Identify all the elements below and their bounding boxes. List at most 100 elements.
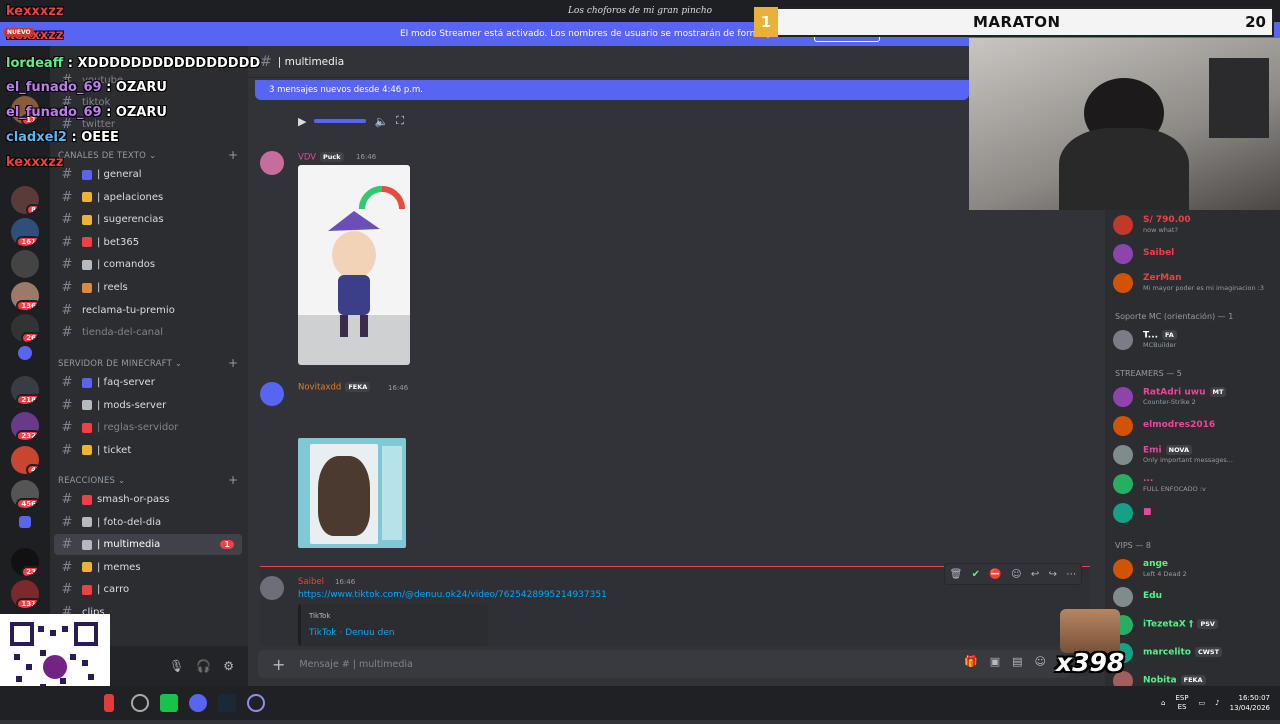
member-item[interactable]: iTezetaX † PSV (1113, 613, 1278, 637)
check-icon[interactable]: ✔ (972, 569, 980, 580)
message-composer[interactable]: + Mensaje # | multimedia (258, 650, 1070, 678)
app-icon[interactable] (247, 694, 265, 712)
member-item[interactable]: marcelito CWST (1113, 641, 1278, 665)
emoji-icon[interactable]: ☺ (1035, 655, 1046, 673)
discord-icon[interactable] (189, 694, 207, 712)
message-author[interactable]: Novitaxdd FEKA (298, 382, 371, 393)
microphone-icon[interactable]: 🎙 (169, 659, 184, 673)
fullscreen-icon[interactable]: ⛶ (396, 114, 404, 128)
add-channel-icon[interactable]: + (228, 356, 238, 370)
settings-gear-icon[interactable]: ⚙ (223, 659, 234, 673)
channel-item[interactable]: # | reglas-servidor (54, 417, 242, 438)
member-item[interactable]: ZerMan Mi mayor poder es mi imaginacion :… (1113, 271, 1278, 295)
message-image[interactable] (298, 438, 406, 548)
message-author[interactable]: Saibel (298, 577, 324, 587)
channel-item[interactable]: # | general (54, 164, 242, 185)
channel-item[interactable]: # | ticket (54, 440, 242, 461)
folder-icon[interactable] (18, 346, 32, 360)
more-icon[interactable]: ⋯ (1066, 569, 1076, 580)
language-indicator[interactable]: ESP ES (1175, 694, 1188, 712)
block-icon[interactable]: ⛔ (989, 569, 1001, 580)
member-item[interactable]: Saibel (1113, 242, 1278, 266)
member-status: MCBuilder (1143, 341, 1177, 349)
new-messages-bar[interactable]: 3 mensajes nuevos desde 4:46 p.m. (255, 80, 969, 100)
member-name: ange (1143, 559, 1169, 569)
channel-item[interactable]: # | mods-server (54, 395, 242, 416)
channel-item[interactable]: # | comandos (54, 254, 242, 275)
member-item[interactable]: RatAdri uwu MT Counter-Strike 2 (1113, 385, 1278, 409)
channel-item[interactable]: # | foto-del-dia (54, 512, 242, 533)
category-reacciones[interactable]: REACCIONES ⌄ (58, 476, 125, 486)
member-item[interactable]: elmodres2016 (1113, 414, 1278, 438)
server-icon[interactable]: 232 (11, 412, 39, 440)
message-author[interactable]: VDV Puck (298, 152, 344, 163)
member-item[interactable]: Emi NOVA Only important messages... (1113, 443, 1278, 467)
add-channel-icon[interactable]: + (228, 148, 238, 162)
add-attachment-icon[interactable]: + (272, 655, 285, 674)
headphones-icon[interactable]: 🎧 (196, 659, 211, 673)
server-icon[interactable]: 26 (11, 314, 39, 342)
volume-tray-icon[interactable]: ♪ (1215, 699, 1219, 707)
server-icon[interactable]: 218 (11, 376, 39, 404)
channel-item[interactable]: # tienda-del-canal (54, 322, 242, 343)
server-icon[interactable] (11, 250, 39, 278)
server-icon[interactable]: 23 (11, 548, 39, 576)
server-icon[interactable]: 131 (11, 580, 39, 608)
channel-twitter[interactable]: # twitter (54, 114, 242, 135)
server-icon[interactable]: 11 (11, 96, 39, 124)
location-icon[interactable]: ⌂ (1161, 699, 1165, 707)
avatar[interactable] (260, 151, 284, 175)
server-icon[interactable]: 456 (11, 480, 39, 508)
discord-default-avatar[interactable] (260, 382, 284, 406)
folder-icon[interactable] (19, 516, 31, 528)
category-minecraft[interactable]: SERVIDOR DE MINECRAFT ⌄ (58, 359, 182, 369)
clock[interactable]: 16:50:07 13/04/2026 (1230, 693, 1270, 713)
volume-slider[interactable] (314, 119, 367, 123)
member-item[interactable]: T... FA MCBuilder (1113, 328, 1278, 352)
channel-item[interactable]: # | bet365 (54, 232, 242, 253)
server-icon[interactable]: 8 (11, 186, 39, 214)
member-item[interactable]: S/ 790.00 now what? (1113, 213, 1278, 237)
channel-item[interactable]: # | carro (54, 579, 242, 600)
member-item[interactable]: Edu (1113, 585, 1278, 609)
network-icon[interactable]: ▭ (1199, 699, 1206, 707)
app-icon[interactable] (160, 694, 178, 712)
channel-label: tiktok (82, 97, 111, 108)
forward-icon[interactable]: ↪ (1049, 569, 1057, 580)
trash-icon[interactable]: 🗑 (950, 569, 963, 580)
server-icon[interactable]: 4 (11, 446, 39, 474)
channel-item[interactable]: # smash-or-pass (54, 489, 242, 510)
member-item[interactable]: Nobita FEKA (1113, 669, 1278, 686)
message-link[interactable]: https://www.tiktok.com/@denuu.ok24/video… (298, 590, 607, 600)
reply-icon[interactable]: ↩ (1031, 569, 1039, 580)
server-icon[interactable]: 136 (11, 282, 39, 310)
channel-item[interactable]: # | faq-server (54, 372, 242, 393)
volume-icon[interactable]: 🔈 (374, 115, 388, 128)
message-image[interactable] (298, 165, 410, 365)
channel-item[interactable]: # reclama-tu-premio (54, 300, 242, 321)
app-icon[interactable] (104, 694, 114, 712)
avatar[interactable] (260, 576, 284, 600)
sticker-icon[interactable]: ▤ (1012, 655, 1022, 673)
reaction-icon[interactable]: ☺ (1011, 569, 1021, 580)
channel-item[interactable]: # | multimedia 1 (54, 534, 242, 556)
gif-icon[interactable]: ▣ (990, 655, 1000, 673)
server-icon[interactable]: 161 (11, 218, 39, 246)
category-text-channels[interactable]: CANALES DE TEXTO ⌄ (58, 151, 156, 161)
member-item[interactable]: ange Left 4 Dead 2 (1113, 557, 1278, 581)
steam-icon[interactable] (218, 694, 236, 712)
channel-item[interactable]: # | reels (54, 277, 242, 298)
play-icon[interactable]: ▶ (298, 115, 306, 128)
channel-item[interactable]: # | apelaciones (54, 187, 242, 208)
gift-icon[interactable]: 🎁 (964, 655, 978, 673)
channel-item[interactable]: # | sugerencias (54, 209, 242, 230)
chrome-icon[interactable] (131, 694, 149, 712)
channel-youtube[interactable]: # youtube (54, 70, 242, 91)
member-item[interactable]: ■ (1113, 501, 1278, 525)
add-channel-icon[interactable]: + (228, 473, 238, 487)
server-list: 11 8 161 136 26 218 232 4 456 23 131 (0, 46, 50, 686)
channel-tiktok[interactable]: # tiktok (54, 92, 242, 113)
member-item[interactable]: ... FULL ENFOCADO :v (1113, 472, 1278, 496)
channel-item[interactable]: # | memes (54, 557, 242, 578)
embed-title[interactable]: TikTok · Denuu den (309, 628, 395, 638)
